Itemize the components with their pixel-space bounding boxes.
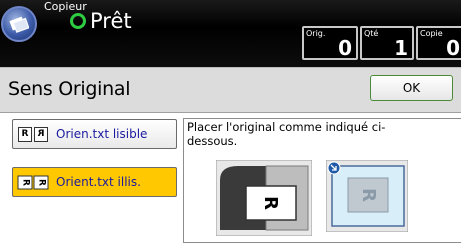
counter-label: Orig. — [306, 29, 326, 38]
adf-placement-illustration: R — [216, 160, 312, 236]
readable-orientation-button[interactable]: RR Orien.txt lisible — [12, 119, 177, 149]
option-label: Orient.txt illis. — [56, 175, 141, 189]
originals-counter: Orig. 0 — [302, 26, 358, 60]
counter-value: 1 — [394, 36, 408, 60]
quantity-counter[interactable]: Qté 1 — [360, 26, 414, 60]
copier-glyph — [9, 16, 29, 33]
ok-button[interactable]: OK — [370, 75, 453, 101]
svg-text:R: R — [260, 196, 281, 210]
glass-placement-illustration: R — [326, 160, 408, 232]
status-indicator: Prêt — [70, 9, 132, 33]
counter-label: Qté — [364, 29, 379, 38]
dialog-title-bar: Sens Original OK — [0, 67, 461, 113]
copier-app-icon[interactable] — [1, 6, 37, 42]
dialog-title: Sens Original — [8, 78, 131, 100]
option-label: Orien.txt lisible — [56, 127, 148, 141]
instruction-text: Placer l'original comme indiqué ci-desso… — [187, 120, 386, 148]
readable-orientation-icon: RR — [18, 126, 50, 142]
header-bar: Copieur Prêt Orig. 0 Qté 1 Copie 0 — [0, 0, 461, 67]
ready-ring-icon — [70, 13, 86, 29]
unreadable-orientation-button[interactable]: RR Orient.txt illis. — [12, 167, 177, 197]
unreadable-orientation-icon: RR — [17, 175, 50, 190]
counter-value: 0 — [446, 36, 460, 60]
copies-counter: Copie 0 — [416, 26, 461, 60]
counter-value: 0 — [338, 36, 352, 60]
svg-text:R: R — [358, 188, 379, 202]
status-text: Prêt — [90, 9, 132, 33]
counter-label: Copie — [420, 29, 443, 38]
